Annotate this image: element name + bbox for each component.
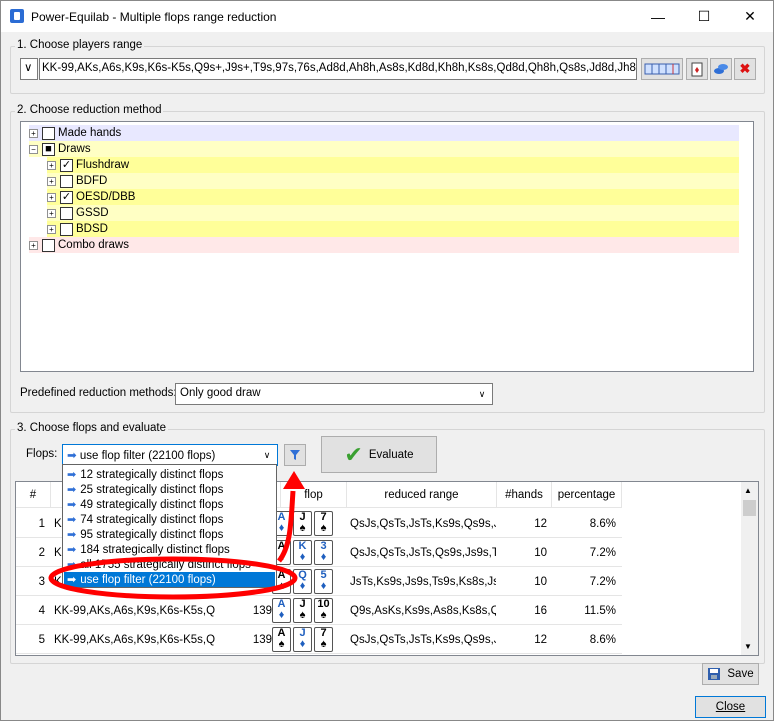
close-button[interactable]: Close: [695, 696, 766, 718]
main-window: Power-Equilab - Multiple flops range red…: [0, 0, 774, 721]
close-label: Close: [715, 701, 746, 713]
annotation-ellipse: [48, 556, 298, 600]
red-annotation: [48, 471, 305, 600]
save-button[interactable]: Save: [702, 663, 759, 685]
floppy-icon: [708, 668, 721, 680]
save-label: Save: [727, 668, 754, 680]
annotation-arrow-line: [276, 490, 296, 563]
annotation-arrow-head: [283, 471, 305, 489]
